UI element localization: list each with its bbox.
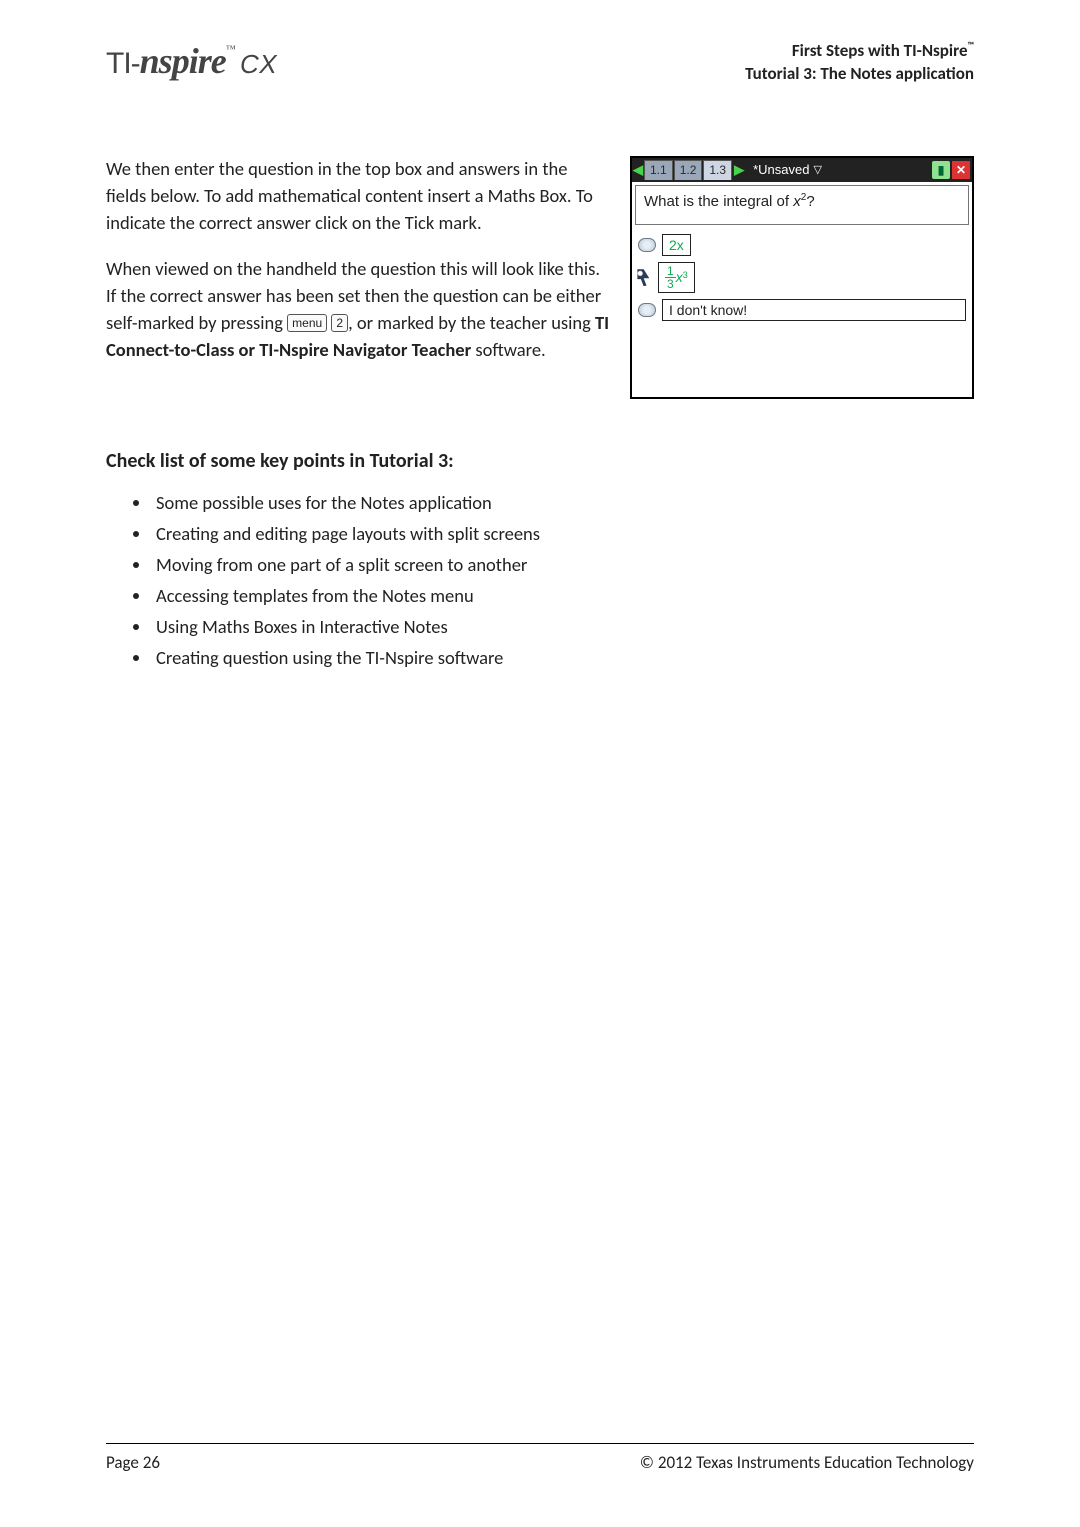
logo-prefix: TI-: [106, 47, 140, 80]
calculator-screenshot: ◀ 1.1 1.2 1.3 ▶ *Unsaved ▽ ▮ ✕ What is t…: [630, 156, 974, 399]
tab-1-2[interactable]: 1.2: [674, 160, 703, 180]
checklist-heading: Check list of some key points in Tutoria…: [106, 449, 974, 473]
calc-empty-area: [638, 327, 966, 377]
radio-icon[interactable]: [638, 238, 656, 252]
answer-3[interactable]: I don't know!: [662, 299, 966, 321]
header-line1: First Steps with TI-Nspire™: [745, 40, 974, 63]
body-row: We then enter the question in the top bo…: [106, 156, 974, 399]
text-column: We then enter the question in the top bo…: [106, 156, 610, 399]
answers-area: 2x 1 3 x3 I don't know!: [632, 228, 972, 397]
tab-1-3[interactable]: 1.3: [703, 160, 732, 180]
battery-icon: ▮: [932, 161, 950, 179]
logo-cx: CX: [240, 49, 277, 79]
title-chevron-icon[interactable]: ▽: [813, 163, 821, 176]
doc-title: *Unsaved ▽: [745, 162, 932, 177]
answer-row-3[interactable]: I don't know!: [638, 297, 966, 323]
fraction: 1 3: [665, 265, 676, 290]
page-number: Page 26: [106, 1452, 160, 1473]
list-item: Accessing templates from the Notes menu: [152, 584, 974, 607]
tab-1-1[interactable]: 1.1: [644, 160, 673, 180]
header-line2: Tutorial 3: The Notes application: [745, 63, 974, 86]
checklist: Some possible uses for the Notes applica…: [106, 491, 974, 669]
list-item: Moving from one part of a split screen t…: [152, 553, 974, 576]
header-right: First Steps with TI-Nspire™ Tutorial 3: …: [745, 40, 974, 86]
calc-titlebar: ◀ 1.1 1.2 1.3 ▶ *Unsaved ▽ ▮ ✕: [632, 158, 972, 182]
list-item: Using Maths Boxes in Interactive Notes: [152, 615, 974, 638]
copyright: © 2012 Texas Instruments Education Techn…: [640, 1452, 974, 1473]
list-item: Creating and editing page layouts with s…: [152, 522, 974, 545]
page-header: TI-nspire™ CX First Steps with TI-Nspire™…: [106, 40, 974, 86]
logo: TI-nspire™ CX: [106, 40, 277, 82]
answer-row-2[interactable]: 1 3 x3: [638, 262, 966, 293]
paragraph-2: When viewed on the handheld the question…: [106, 256, 610, 363]
nav-right-icon[interactable]: ▶: [733, 162, 745, 178]
list-item: Some possible uses for the Notes applica…: [152, 491, 974, 514]
key-menu: menu: [287, 314, 327, 332]
answer-row-1[interactable]: 2x: [638, 232, 966, 258]
key-2: 2: [331, 314, 348, 332]
close-icon[interactable]: ✕: [952, 161, 970, 179]
page-footer: Page 26 © 2012 Texas Instruments Educati…: [106, 1443, 974, 1473]
list-item: Creating question using the TI-Nspire so…: [152, 646, 974, 669]
answer-1[interactable]: 2x: [662, 234, 691, 256]
cursor-icon: [636, 268, 650, 286]
page: TI-nspire™ CX First Steps with TI-Nspire™…: [0, 0, 1080, 1527]
logo-nspire: nspire: [140, 41, 226, 81]
answer-2[interactable]: 1 3 x3: [658, 262, 695, 293]
question-box[interactable]: What is the integral of x2?: [635, 185, 969, 225]
logo-tm: ™: [226, 44, 236, 55]
radio-icon[interactable]: [638, 303, 656, 317]
paragraph-1: We then enter the question in the top bo…: [106, 156, 610, 236]
nav-left-icon[interactable]: ◀: [632, 162, 644, 178]
